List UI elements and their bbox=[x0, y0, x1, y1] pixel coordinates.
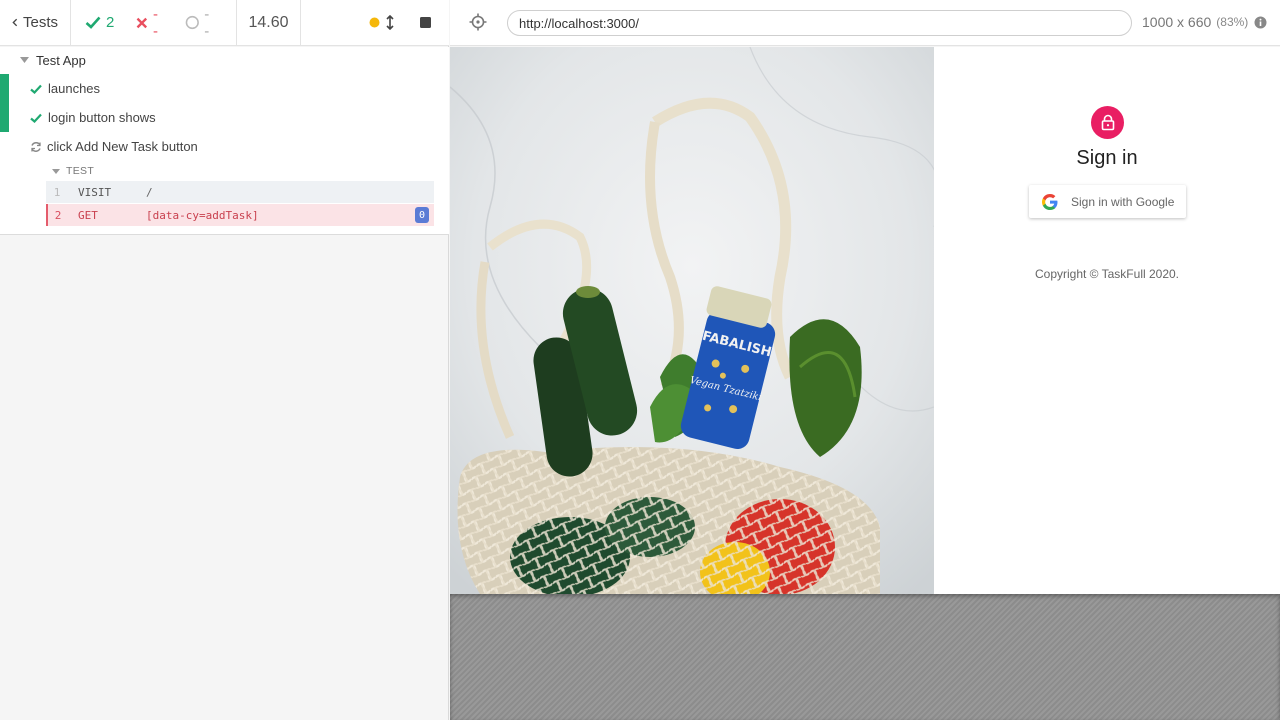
test-title: launches bbox=[48, 81, 101, 96]
test-launches[interactable]: launches bbox=[0, 74, 449, 103]
refresh-spinner-icon bbox=[31, 141, 41, 152]
command-name: GET bbox=[78, 208, 98, 222]
reporter-panel: Tests 2 -- -- 14.60 Test App launches lo… bbox=[0, 0, 449, 720]
crosshair-icon bbox=[469, 13, 487, 31]
passed-indicator bbox=[0, 103, 9, 132]
tests-label: Tests bbox=[22, 14, 58, 31]
pending-value: -- bbox=[204, 5, 210, 40]
passed-count[interactable]: 2 bbox=[85, 14, 114, 31]
running-dot-icon bbox=[369, 17, 380, 28]
run-controls bbox=[301, 0, 449, 46]
sign-in-title: Sign in bbox=[1076, 147, 1138, 169]
failed-count[interactable]: -- bbox=[136, 6, 162, 40]
viewport-info: 1000 x 660 (83%) bbox=[1142, 14, 1267, 30]
viewport-size: 1000 x 660 bbox=[1142, 14, 1212, 30]
check-icon bbox=[30, 84, 42, 94]
duration: 14.60 bbox=[237, 0, 301, 46]
command-number: 1 bbox=[53, 185, 61, 199]
check-icon bbox=[85, 16, 101, 29]
grocery-bag-image: FABALISH Vegan Tzatziki bbox=[450, 47, 934, 594]
test-click-add-new-task[interactable]: click Add New Task button bbox=[0, 132, 449, 161]
aut-header: http://localhost:3000/ 1000 x 660 (83%) bbox=[450, 0, 1280, 46]
test-title: click Add New Task button bbox=[47, 139, 198, 154]
suite-test-app[interactable]: Test App bbox=[0, 47, 449, 73]
failed-value: -- bbox=[153, 5, 158, 40]
chevron-left-icon bbox=[12, 18, 18, 27]
tests-back-button[interactable]: Tests bbox=[0, 0, 71, 46]
app-iframe: FABALISH Vegan Tzatziki Sign in Sign in … bbox=[450, 47, 1280, 594]
lock-avatar bbox=[1091, 106, 1124, 139]
command-message: [data-cy=addTask] bbox=[146, 208, 259, 222]
test-title: login button shows bbox=[48, 110, 156, 125]
google-logo-icon bbox=[1042, 193, 1058, 210]
command-number: 2 bbox=[54, 208, 62, 222]
google-button-label: Sign in with Google bbox=[1071, 194, 1175, 209]
test-stats: 2 -- -- bbox=[71, 0, 237, 46]
sign-in-panel: Sign in Sign in with Google Copyright © … bbox=[934, 47, 1280, 594]
reporter-header: Tests 2 -- -- 14.60 bbox=[0, 0, 449, 46]
runnables-list: Test App launches login button shows cli… bbox=[0, 47, 449, 235]
check-icon bbox=[30, 113, 42, 123]
copyright-text: Copyright © TaskFull 2020. bbox=[1034, 267, 1180, 281]
command-log: TEST 1 VISIT / 2 GET [data-cy=addTask] 0 bbox=[46, 161, 434, 226]
scroll-arrows-icon bbox=[386, 15, 394, 30]
x-icon bbox=[136, 17, 148, 28]
url-bar[interactable]: http://localhost:3000/ bbox=[507, 10, 1132, 36]
command-get[interactable]: 2 GET [data-cy=addTask] 0 bbox=[46, 204, 434, 226]
stop-button[interactable] bbox=[420, 17, 431, 28]
command-message: / bbox=[146, 185, 153, 199]
stop-icon bbox=[420, 17, 431, 28]
caret-down-icon bbox=[52, 168, 60, 174]
pending-circle-icon bbox=[185, 15, 199, 30]
command-visit[interactable]: 1 VISIT / bbox=[46, 181, 434, 203]
viewport-zoom: (83%) bbox=[1216, 15, 1249, 29]
groceries-photo: FABALISH Vegan Tzatziki bbox=[450, 47, 934, 594]
passed-value: 2 bbox=[106, 14, 115, 31]
selector-playground-button[interactable] bbox=[469, 13, 487, 36]
suite-title: Test App bbox=[36, 52, 86, 68]
google-sign-in-button[interactable]: Sign in with Google bbox=[1029, 185, 1186, 218]
element-count-badge: 0 bbox=[415, 207, 429, 223]
test-section-header[interactable]: TEST bbox=[46, 161, 434, 181]
app-under-test-panel: http://localhost:3000/ 1000 x 660 (83%) bbox=[450, 0, 1280, 720]
pending-count[interactable]: -- bbox=[185, 6, 214, 40]
command-name: VISIT bbox=[78, 185, 112, 199]
section-label: TEST bbox=[66, 165, 95, 177]
caret-down-icon bbox=[20, 57, 29, 63]
viewport-overflow-area bbox=[450, 594, 1280, 720]
lock-icon bbox=[1101, 114, 1114, 131]
auto-scroll-toggle[interactable] bbox=[369, 15, 394, 30]
test-login-button-shows[interactable]: login button shows bbox=[0, 103, 449, 132]
info-icon[interactable] bbox=[1254, 16, 1267, 29]
passed-indicator bbox=[0, 74, 9, 103]
